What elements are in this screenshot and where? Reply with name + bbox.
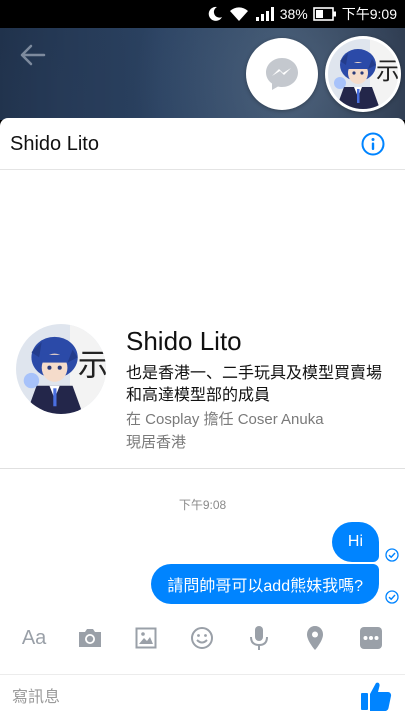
contact-chathead[interactable]: 示 <box>325 36 401 112</box>
signal-icon <box>255 6 275 22</box>
battery-percent: 38% <box>279 6 308 22</box>
clock: 下午9:09 <box>341 6 397 22</box>
profile-avatar[interactable]: 示 <box>16 324 106 414</box>
thumbs-up-icon[interactable] <box>359 679 393 713</box>
back-arrow-icon[interactable] <box>20 44 46 66</box>
moon-icon <box>207 6 223 22</box>
profile-work: 在 Cosplay 擔任 Coser Anuka <box>126 411 324 428</box>
sent-check-icon <box>385 590 399 604</box>
composer <box>0 674 405 720</box>
camera-icon[interactable] <box>75 623 105 653</box>
conversation-header: Shido Lito <box>0 118 405 170</box>
profile-name: Shido Lito <box>126 326 242 356</box>
wifi-icon <box>228 6 250 22</box>
chathead-avatar-image: 示 <box>328 39 398 109</box>
more-icon[interactable] <box>356 623 386 653</box>
battery-icon <box>312 7 337 21</box>
message-bubble[interactable]: 請問帥哥可以add熊妹我嗎? <box>151 564 379 604</box>
profile-location: 現居香港 <box>126 434 187 451</box>
composer-toolbar: Aa <box>0 616 405 660</box>
contact-name-title[interactable]: Shido Lito <box>10 133 99 156</box>
svg-text:示: 示 <box>376 57 398 85</box>
message-input[interactable] <box>12 685 332 711</box>
gallery-icon[interactable] <box>131 623 161 653</box>
message-bubble[interactable]: Hi <box>331 522 379 562</box>
messenger-icon <box>266 58 298 90</box>
messenger-chathead[interactable] <box>246 38 318 110</box>
microphone-icon[interactable] <box>244 623 274 653</box>
divider <box>0 468 405 469</box>
message-timestamp: 下午9:08 <box>178 498 227 512</box>
info-icon[interactable] <box>361 132 385 156</box>
sent-check-icon <box>385 548 399 562</box>
text-format-button[interactable]: Aa <box>19 623 49 653</box>
svg-text:示: 示 <box>78 347 106 383</box>
emoji-icon[interactable] <box>187 623 217 653</box>
profile-bio: 也是香港一、二手玩具及模型買賣場和高達模型部的成員 <box>126 365 383 404</box>
chat-panel: Shido Lito 示 Shido Lito 也是香港一、二手玩具及模型買賣場… <box>0 118 405 720</box>
location-icon[interactable] <box>300 623 330 653</box>
status-bar: 38% 下午9:09 <box>0 0 405 28</box>
